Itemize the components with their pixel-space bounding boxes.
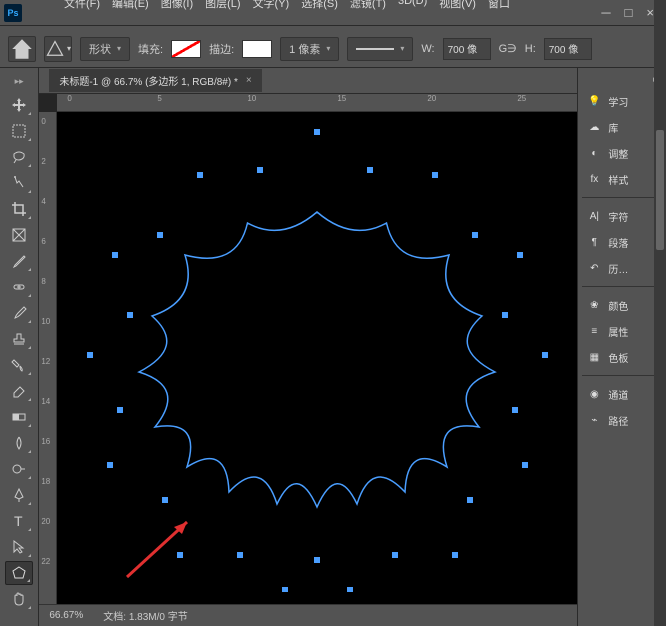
link-wh-label[interactable]: G∋ (499, 42, 517, 55)
cc-icon: ☁ (586, 119, 602, 135)
shape-mode-dropdown[interactable]: 形状 ▾ (80, 37, 130, 61)
channels-icon: ◉ (586, 386, 602, 402)
frame-tool[interactable] (5, 223, 33, 247)
healing-tool[interactable] (5, 275, 33, 299)
panel-color[interactable]: ❀颜色 (582, 293, 662, 317)
history-icon: ↶ (586, 260, 602, 276)
eraser-tool[interactable] (5, 379, 33, 403)
menu-view[interactable]: 视图(V) (439, 0, 476, 11)
brush-tool[interactable] (5, 301, 33, 325)
fill-swatch[interactable] (171, 40, 201, 58)
document-area: 未标题-1 @ 66.7% (多边形 1, RGB/8#) * × 0 5 10… (39, 68, 577, 626)
close-tab-icon[interactable]: × (246, 75, 252, 86)
maximize-icon[interactable]: □ (625, 5, 633, 20)
status-bar: 66.67% 文档: 1.83M/0 字节 (39, 604, 577, 626)
char-icon: A| (586, 208, 602, 224)
crop-tool[interactable] (5, 197, 33, 221)
panels-scrollbar[interactable] (654, 0, 666, 626)
panels-dock: ▸▸ 💡学习 ☁库 ◐调整 fx样式 A|字符 ¶段落 ↶历… ❀颜色 ≡属性 … (577, 68, 666, 626)
document-tabs: 未标题-1 @ 66.7% (多边形 1, RGB/8#) * × (39, 68, 577, 94)
shape-tool[interactable] (5, 561, 33, 585)
menu-window[interactable]: 窗口 (488, 0, 510, 11)
stroke-label: 描边: (209, 41, 234, 57)
expand-tools-icon[interactable]: ▸▸ (15, 76, 24, 87)
menu-filter[interactable]: 滤镜(T) (350, 0, 386, 11)
swatches-icon: ▦ (586, 349, 602, 365)
menu-bar: 文件(F) 编辑(E) 图像(I) 图层(L) 文字(Y) 选择(S) 滤镜(T… (28, 0, 510, 11)
menu-edit[interactable]: 编辑(E) (112, 0, 149, 11)
home-button[interactable] (8, 36, 36, 62)
panel-styles[interactable]: fx样式 (582, 167, 662, 191)
adjust-icon: ◐ (586, 145, 602, 161)
width-input[interactable] (443, 38, 491, 60)
zoom-level[interactable]: 66.67% (49, 610, 83, 621)
options-bar: ▾ 形状 ▾ 填充: 描边: 1 像素 ▾ ▾ W: G∋ H: (0, 30, 666, 68)
document-tab-title: 未标题-1 @ 66.7% (多边形 1, RGB/8#) * (59, 73, 238, 88)
stroke-width-dropdown[interactable]: 1 像素 ▾ (280, 37, 339, 61)
tools-panel: ▸▸ T (0, 68, 39, 626)
menu-layer[interactable]: 图层(L) (205, 0, 240, 11)
ruler-horizontal[interactable]: 0 5 10 15 20 25 (57, 94, 577, 112)
eyedropper-tool[interactable] (5, 249, 33, 273)
menu-3d[interactable]: 3D(D) (398, 0, 427, 11)
panel-swatches[interactable]: ▦色板 (582, 345, 662, 369)
move-tool[interactable] (5, 93, 33, 117)
fill-label: 填充: (138, 41, 163, 57)
stroke-swatch[interactable] (242, 40, 272, 58)
height-input[interactable] (544, 38, 592, 60)
annotation-arrow-icon (112, 512, 202, 592)
panel-paragraph[interactable]: ¶段落 (582, 230, 662, 254)
doc-status: 文档: 1.83M/0 字节 (103, 608, 187, 623)
stroke-width-value: 1 像素 (289, 41, 320, 57)
hand-tool[interactable] (5, 587, 33, 611)
color-icon: ❀ (586, 297, 602, 313)
width-label: W: (421, 43, 434, 55)
height-label: H: (525, 43, 536, 55)
ruler-vertical[interactable]: 0 2 4 6 8 10 12 14 16 18 20 22 (39, 112, 57, 604)
title-bar: Ps 文件(F) 编辑(E) 图像(I) 图层(L) 文字(Y) 选择(S) 滤… (0, 0, 666, 26)
quick-select-tool[interactable] (5, 171, 33, 195)
styles-icon: fx (586, 171, 602, 187)
panel-paths[interactable]: ⌁路径 (582, 408, 662, 432)
gradient-tool[interactable] (5, 405, 33, 429)
paths-icon: ⌁ (586, 412, 602, 428)
minimize-icon[interactable]: ─ (601, 5, 610, 20)
panel-history[interactable]: ↶历… (582, 256, 662, 280)
svg-text:T: T (14, 513, 23, 529)
menu-select[interactable]: 选择(S) (301, 0, 338, 11)
dodge-tool[interactable] (5, 457, 33, 481)
pen-tool[interactable] (5, 483, 33, 507)
close-icon[interactable]: × (646, 5, 654, 20)
document-tab[interactable]: 未标题-1 @ 66.7% (多边形 1, RGB/8#) * × (49, 69, 261, 92)
menu-image[interactable]: 图像(I) (161, 0, 193, 11)
shape-mode-label: 形状 (89, 41, 111, 57)
panel-character[interactable]: A|字符 (582, 204, 662, 228)
app-logo: Ps (4, 4, 22, 22)
props-icon: ≡ (586, 323, 602, 339)
marquee-tool[interactable] (5, 119, 33, 143)
history-brush-tool[interactable] (5, 353, 33, 377)
canvas[interactable] (57, 112, 577, 604)
stroke-style-dropdown[interactable]: ▾ (347, 37, 413, 61)
para-icon: ¶ (586, 234, 602, 250)
type-tool[interactable]: T (5, 509, 33, 533)
lasso-tool[interactable] (5, 145, 33, 169)
panel-library[interactable]: ☁库 (582, 115, 662, 139)
panel-channels[interactable]: ◉通道 (582, 382, 662, 406)
path-select-tool[interactable] (5, 535, 33, 559)
panel-adjust[interactable]: ◐调整 (582, 141, 662, 165)
menu-file[interactable]: 文件(F) (64, 0, 100, 11)
menu-type[interactable]: 文字(Y) (253, 0, 290, 11)
lightbulb-icon: 💡 (586, 93, 602, 109)
stamp-tool[interactable] (5, 327, 33, 351)
tool-preset-dropdown[interactable]: ▾ (44, 36, 72, 62)
panel-properties[interactable]: ≡属性 (582, 319, 662, 343)
blur-tool[interactable] (5, 431, 33, 455)
panel-learn[interactable]: 💡学习 (582, 89, 662, 113)
